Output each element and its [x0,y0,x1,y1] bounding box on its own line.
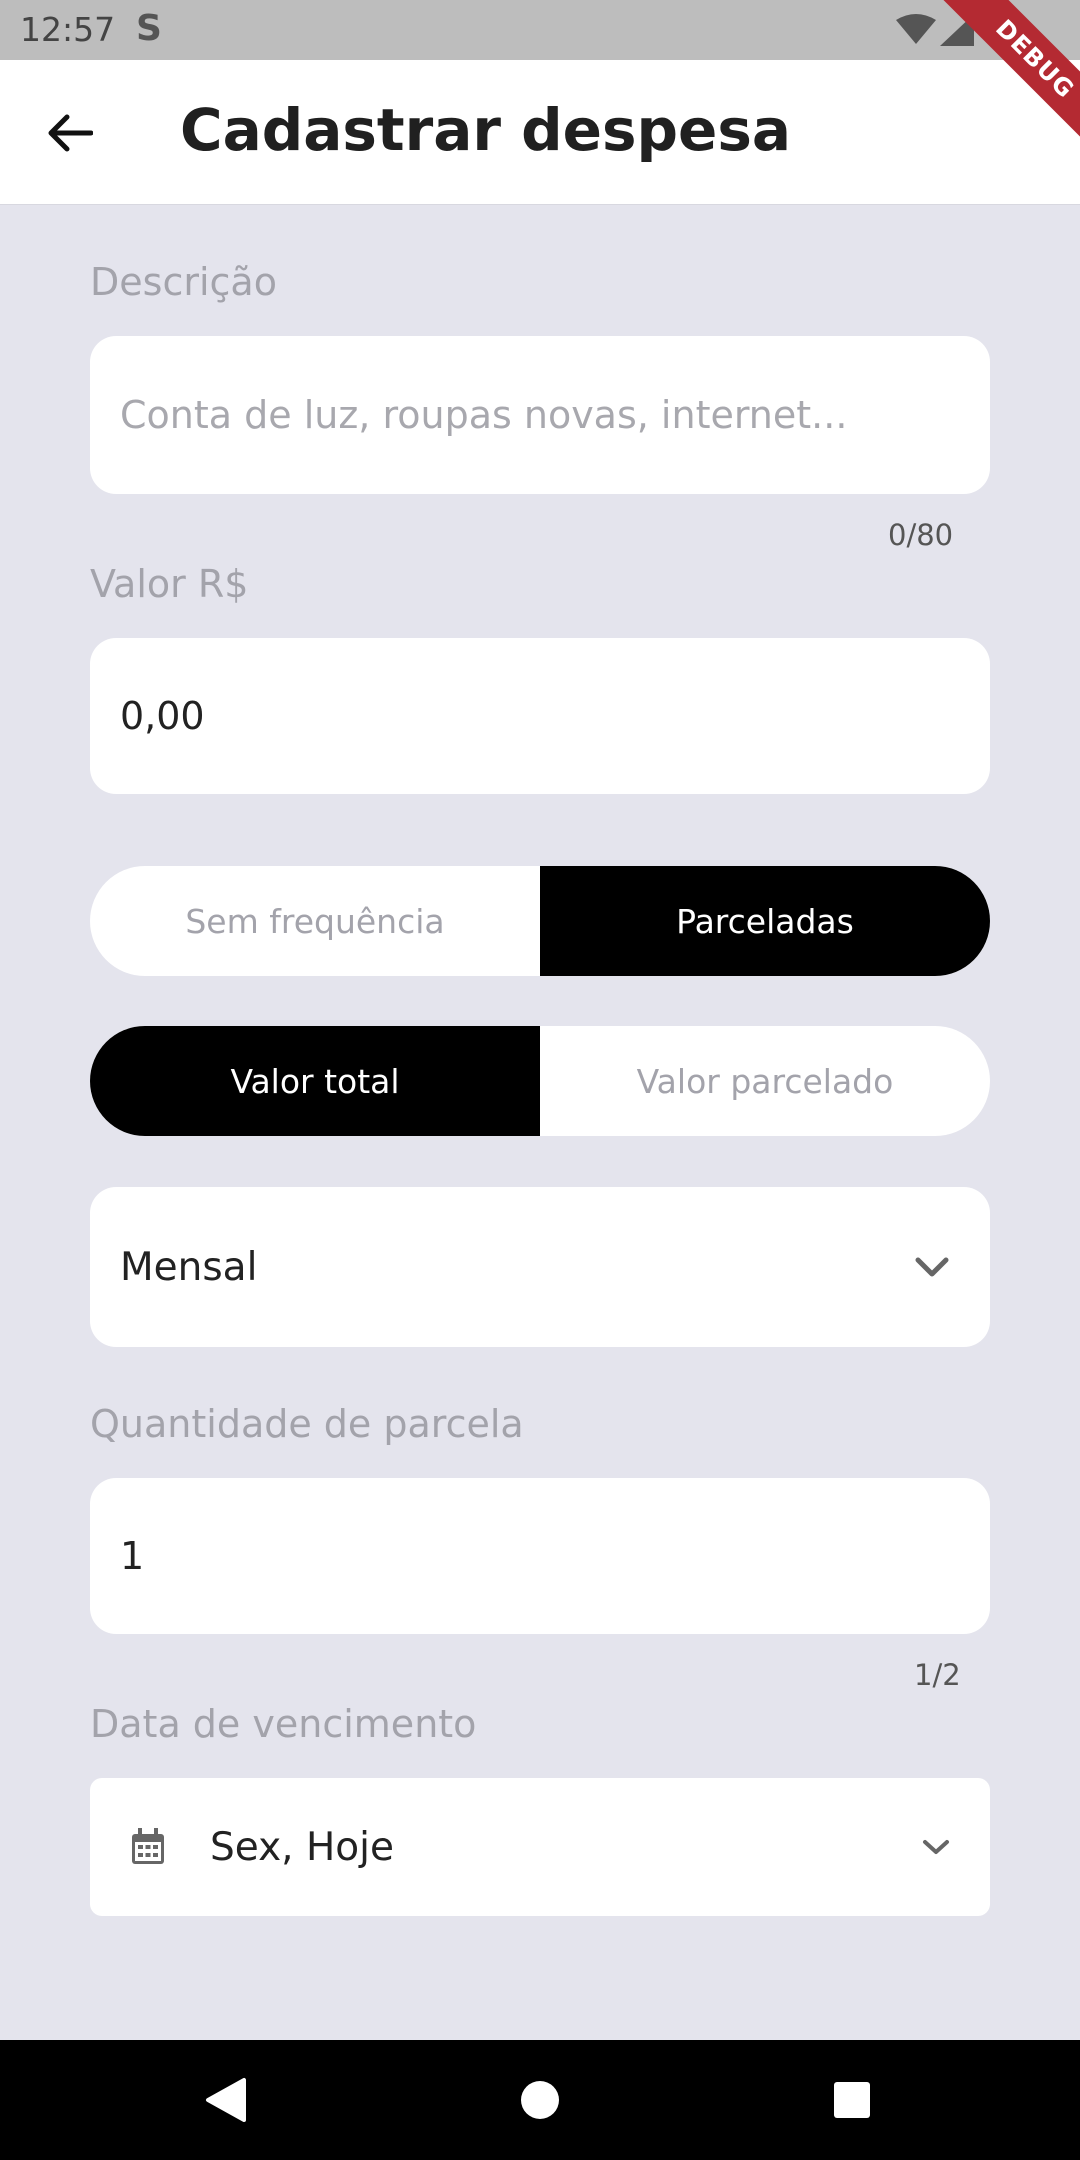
value-type-option-total[interactable]: Valor total [90,1026,540,1136]
app-bar: Cadastrar despesa [0,60,1080,205]
calendar-icon [132,1828,164,1864]
square-recents-icon [834,2082,870,2118]
value-type-option-installment[interactable]: Valor parcelado [540,1026,990,1136]
status-bar: 12:57 S [0,0,1080,60]
status-time: 12:57 [20,10,116,49]
arrow-left-icon [48,114,93,152]
chevron-down-icon [915,1257,949,1277]
page-title: Cadastrar despesa [180,96,792,164]
value-type-toggle: Valor total Valor parcelado [90,1026,990,1136]
period-dropdown-value: Mensal [120,1244,258,1290]
back-button[interactable] [30,98,110,168]
period-dropdown[interactable]: Mensal [90,1187,990,1347]
description-counter: 0/80 [888,518,954,552]
installments-field[interactable] [90,1478,990,1634]
due-date-label: Data de vencimento [90,1702,477,1746]
description-label: Descrição [90,260,277,304]
nav-back-button[interactable] [196,2070,256,2130]
nav-recents-button[interactable] [822,2070,882,2130]
due-date-value: Sex, Hoje [210,1824,394,1870]
installments-counter: 1/2 [914,1658,961,1692]
triangle-back-icon [206,2078,246,2122]
frequency-toggle: Sem frequência Parceladas [90,866,990,976]
frequency-option-installments[interactable]: Parceladas [540,866,990,976]
frequency-option-none[interactable]: Sem frequência [90,866,540,976]
installments-input[interactable] [120,1478,960,1634]
chevron-down-icon [923,1840,949,1854]
wifi-icon [896,14,936,44]
due-date-picker[interactable]: Sex, Hoje [90,1778,990,1916]
amount-label: Valor R$ [90,562,249,606]
circle-home-icon [521,2081,559,2119]
nav-home-button[interactable] [510,2070,570,2130]
installments-label: Quantidade de parcela [90,1402,524,1446]
amount-input[interactable] [120,638,960,794]
description-input[interactable] [120,336,960,494]
app-notification-icon: S [136,8,162,49]
description-field[interactable] [90,336,990,494]
system-navigation-bar [0,2040,1080,2160]
amount-field[interactable] [90,638,990,794]
